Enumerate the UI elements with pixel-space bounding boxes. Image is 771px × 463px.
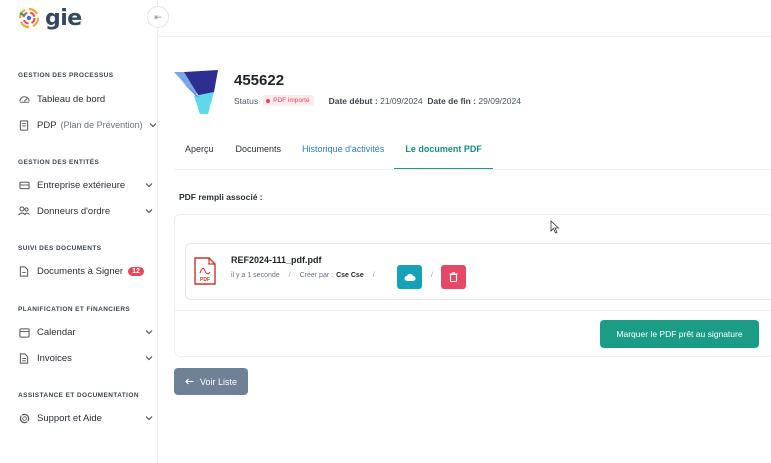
- topbar-divider: [158, 36, 771, 37]
- dashboard-icon: [18, 93, 30, 105]
- sidebar: gie GESTION DES PROCESSUS Tableau de bor…: [0, 0, 158, 463]
- calendar-icon: [18, 326, 30, 338]
- meta-separator: /: [431, 272, 433, 279]
- chevron-down-icon: [149, 123, 157, 128]
- date-start: 21/09/2024: [380, 95, 423, 106]
- section-title-assistance: ASSISTANCE ET DOCUMENTATION: [18, 392, 139, 399]
- status-badge-text: PDF importé: [273, 97, 310, 104]
- status-dot-icon: [266, 98, 271, 103]
- mouse-cursor-icon: [550, 220, 560, 234]
- tab-documents[interactable]: Documents: [225, 138, 293, 170]
- tab-historique[interactable]: Historique d'activités: [292, 138, 394, 170]
- arrow-left-icon: [185, 378, 194, 385]
- building-icon: [18, 179, 30, 191]
- lifebuoy-icon: [18, 412, 30, 424]
- collapse-sidebar-button[interactable]: ⇤: [147, 6, 169, 28]
- sidebar-item-label: Invoices: [37, 352, 72, 364]
- chevron-down-icon: [145, 416, 153, 421]
- meta-separator: /: [372, 272, 375, 279]
- date-range: Date début : 21/09/2024 Date de fin : 29…: [329, 96, 521, 106]
- file-meta: il y a 1 seconde / Créer par : Cse Cse /: [231, 272, 384, 279]
- sidebar-item-label: Documents à Signer: [37, 265, 124, 277]
- pdf-file-icon: PDF: [194, 257, 216, 285]
- sidebar-item-tableau-de-bord[interactable]: Tableau de bord: [18, 91, 154, 107]
- back-to-list-button[interactable]: Voir Liste: [174, 368, 248, 395]
- cloud-icon: [404, 273, 415, 281]
- document-icon: [18, 119, 30, 131]
- tab-bar: Aperçu Documents Historique d'activités …: [174, 138, 493, 170]
- sidebar-item-label: Tableau de bord: [37, 93, 106, 105]
- logo-text: gie: [45, 5, 82, 31]
- created-by-label: Créer par :: [299, 272, 334, 279]
- sidebar-item-donneurs-d-ordre[interactable]: Donneurs d'ordre: [18, 203, 154, 219]
- status-row: Status PDF importé Date début : 21/09/20…: [234, 95, 521, 106]
- sidebar-item-label: Support et Aide: [37, 412, 102, 424]
- status-badge: PDF importé: [262, 95, 314, 106]
- chevron-down-icon: [145, 330, 153, 335]
- tab-document-pdf[interactable]: Le document PDF: [394, 138, 493, 170]
- sidebar-item-support-et-aide[interactable]: Support et Aide: [18, 410, 154, 426]
- sidebar-item-pdp[interactable]: PDP (Plan de Prévention): [18, 117, 157, 133]
- status-label: Status: [234, 95, 259, 106]
- file-name[interactable]: REF2024-111_pdf.pdf: [231, 255, 322, 265]
- section-title-documents: SUIVI DES DOCUMENTS: [18, 245, 102, 252]
- trash-icon: [449, 272, 458, 282]
- svg-text:PDF: PDF: [200, 277, 210, 283]
- date-end-label: Date de fin :: [427, 95, 477, 106]
- section-title-entites: GESTION DES ENTITÉS: [18, 159, 100, 166]
- file-time: il y a 1 seconde: [231, 272, 280, 279]
- card-divider: [175, 310, 771, 311]
- project-id: 455622: [234, 72, 285, 89]
- sidebar-item-calendar[interactable]: Calendar: [18, 324, 154, 340]
- project-logo: [174, 70, 218, 114]
- sidebar-item-sublabel: (Plan de Prévention): [60, 120, 143, 130]
- chevron-down-icon: [145, 209, 153, 214]
- app-logo[interactable]: gie: [16, 4, 82, 32]
- file-icon: [18, 265, 30, 277]
- section-label: PDF rempli associé :: [179, 192, 263, 202]
- sidebar-item-label: PDP: [37, 119, 57, 131]
- sidebar-item-label: Calendar: [37, 326, 76, 338]
- invoice-icon: [18, 352, 30, 364]
- sidebar-item-label: Donneurs d'ordre: [37, 205, 111, 217]
- section-title-planification: PLANIFICATION ET FINANCIERS: [18, 306, 131, 313]
- tabs-divider: [174, 169, 771, 170]
- sidebar-item-label: Entreprise extérieure: [37, 179, 126, 191]
- mark-ready-for-signature-button[interactable]: Marquer le PDF prêt au signature: [600, 320, 759, 348]
- sidebar-item-documents-a-signer[interactable]: Documents à Signer 12: [18, 263, 154, 279]
- sidebar-item-entreprise-exterieure[interactable]: Entreprise extérieure: [18, 177, 154, 193]
- download-button[interactable]: [397, 265, 422, 289]
- back-button-label: Voir Liste: [199, 376, 238, 387]
- tab-apercu[interactable]: Aperçu: [174, 138, 225, 170]
- logo-icon: [18, 7, 40, 29]
- meta-separator: /: [288, 272, 291, 279]
- users-icon: [18, 205, 30, 217]
- date-end: 29/09/2024: [478, 95, 521, 106]
- sidebar-item-invoices[interactable]: Invoices: [18, 350, 154, 366]
- chevron-down-icon: [145, 356, 153, 361]
- notification-badge: 12: [128, 266, 144, 276]
- created-by-value: Cse Cse: [336, 272, 364, 279]
- delete-button[interactable]: [441, 265, 466, 289]
- date-start-label: Date début :: [328, 95, 378, 106]
- chevron-down-icon: [145, 183, 153, 188]
- section-title-processus: GESTION DES PROCESSUS: [18, 72, 114, 79]
